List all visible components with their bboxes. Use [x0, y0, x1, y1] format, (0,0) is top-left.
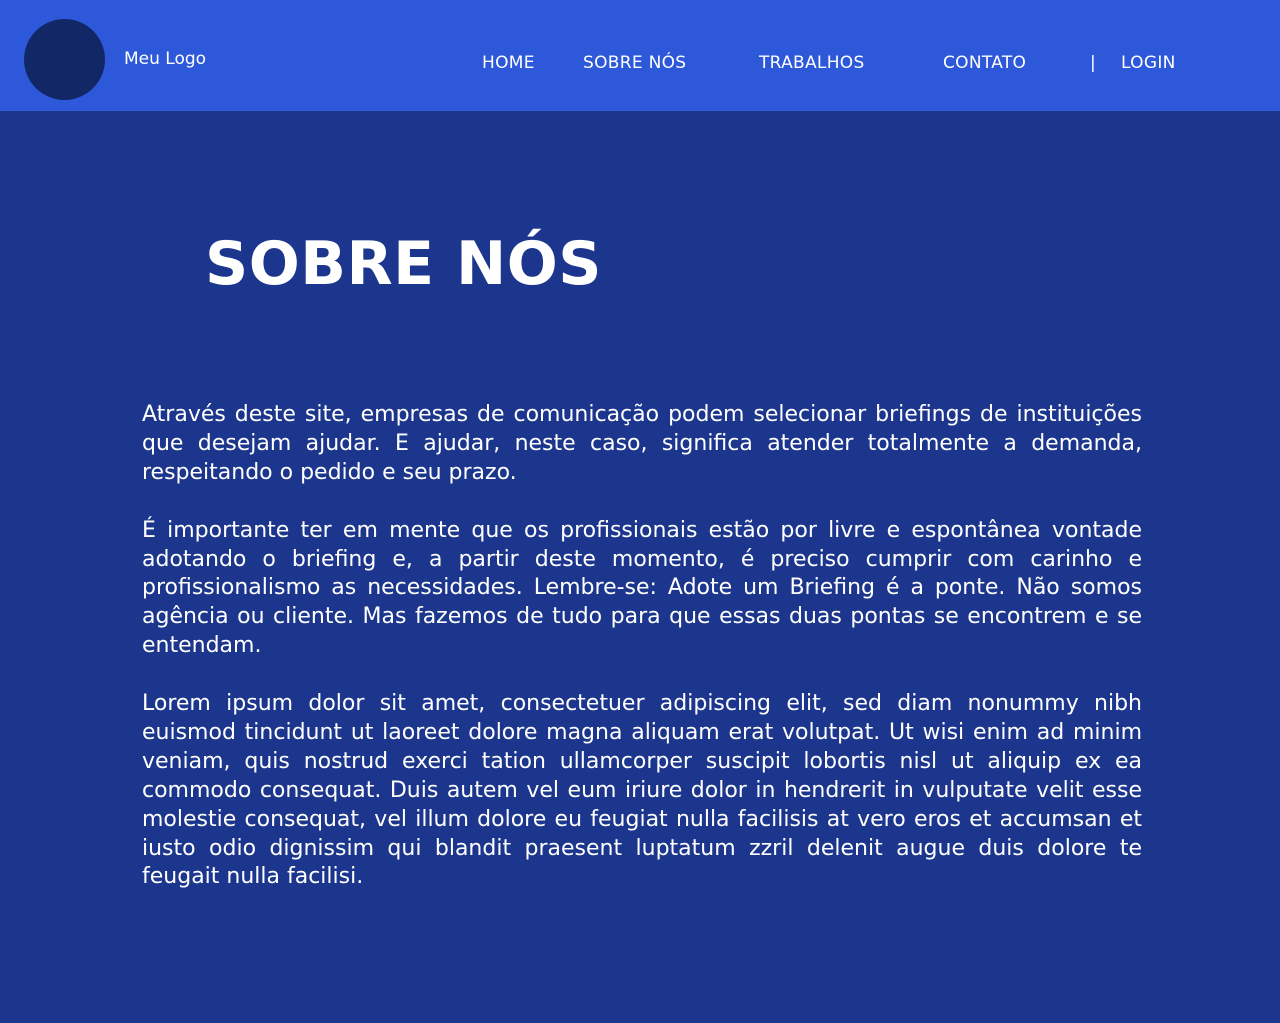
navbar: Meu Logo HOME SOBRE NÓS TRABALHOS CONTAT…	[0, 0, 1280, 111]
about-paragraph-3: Lorem ipsum dolor sit amet, consectetuer…	[142, 691, 1142, 890]
page-title: SOBRE NÓS	[205, 229, 602, 299]
nav-link-sobre-nos[interactable]: SOBRE NÓS	[583, 52, 686, 74]
nav-link-trabalhos[interactable]: TRABALHOS	[759, 52, 865, 74]
logo-icon[interactable]	[24, 19, 105, 100]
nav-link-login[interactable]: LOGIN	[1121, 52, 1176, 74]
logo-text[interactable]: Meu Logo	[124, 48, 206, 70]
about-paragraph-1: Através deste site, empresas de comunica…	[142, 402, 1142, 485]
about-content: Através deste site, empresas de comunica…	[142, 401, 1142, 921]
nav-separator: |	[1090, 53, 1096, 73]
nav-link-home[interactable]: HOME	[482, 52, 535, 74]
nav-link-contato[interactable]: CONTATO	[943, 52, 1026, 74]
about-paragraph-2: É importante ter em mente que os profiss…	[142, 517, 1142, 659]
